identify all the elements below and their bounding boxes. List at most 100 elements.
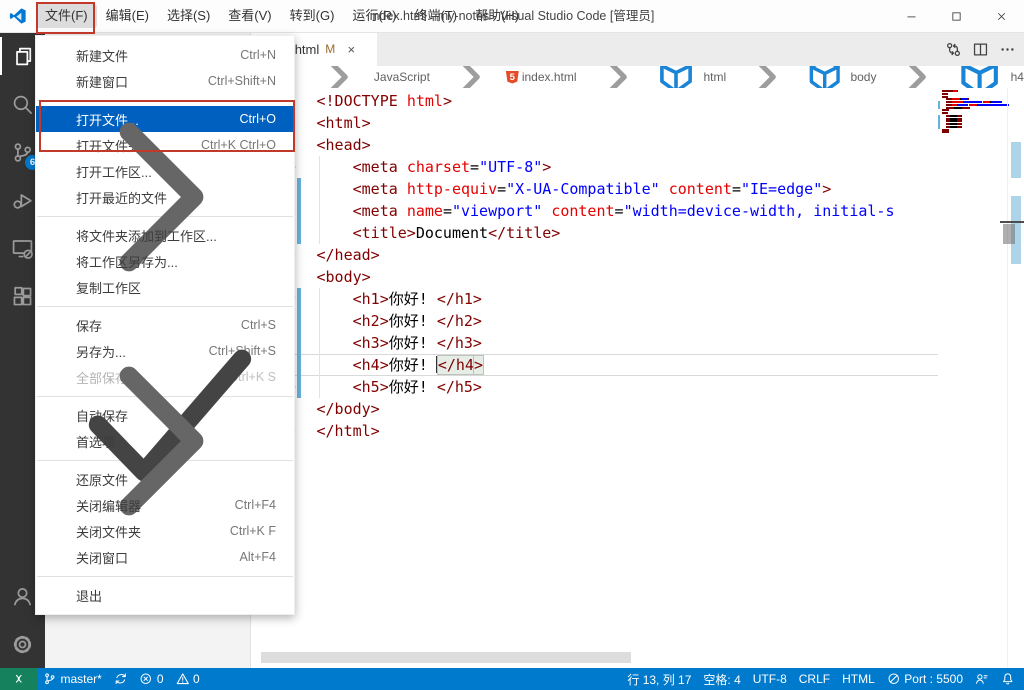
menubar-item-edit[interactable]: 编辑(E) (97, 4, 158, 28)
code-text: <meta charset="UTF-8"> (301, 156, 939, 178)
menubar-item-selection[interactable]: 选择(S) (158, 4, 219, 28)
overview-ruler[interactable] (1007, 88, 1024, 668)
code-line-7[interactable]: 7 <title>Document</title> (251, 222, 938, 244)
code-line-15[interactable]: 15</body> (251, 398, 938, 420)
activitybar-settings[interactable] (0, 620, 45, 668)
statusbar-feedback[interactable] (969, 668, 995, 690)
statusbar-git-branch[interactable]: master* (37, 668, 108, 690)
more-actions-icon[interactable] (999, 41, 1016, 58)
account-icon (11, 585, 34, 608)
menubar-item-view[interactable]: 查看(V) (219, 4, 280, 28)
code-line-8[interactable]: 8</head> (251, 244, 938, 266)
menu-item-revert-file[interactable]: 还原文件 (36, 466, 294, 492)
problems-errors-icon (139, 672, 153, 686)
code-text: <html> (301, 112, 939, 134)
menu-item-save-workspace-as[interactable]: 将工作区另存为... (36, 248, 294, 274)
editor-actions (945, 32, 1016, 66)
feedback-icon (975, 672, 989, 686)
run-debug-icon (11, 189, 34, 212)
indent-guide (319, 288, 320, 398)
breadcrumb-label: h4 (1011, 70, 1024, 84)
breadcrumb: JavaScript5index.htmlhtmlbodyh4 (251, 66, 1024, 88)
code-text: </head> (301, 244, 939, 266)
code-text: <meta name="viewport" content="width=dev… (301, 200, 939, 222)
git-modified-badge: M (325, 42, 335, 56)
menu-item-add-folder-to-workspace[interactable]: 将文件夹添加到工作区... (36, 222, 294, 248)
statusbar-indentation[interactable]: 空格: 4 (697, 668, 746, 690)
breadcrumb-label: JavaScript (374, 70, 430, 84)
code-text: <h2>你好! </h2> (301, 310, 939, 332)
code-line-16[interactable]: 16</html> (251, 420, 938, 442)
code-text: </body> (301, 398, 939, 420)
statusbar-remote[interactable] (0, 668, 37, 690)
menu-item-close-folder[interactable]: 关闭文件夹Ctrl+K F (36, 518, 294, 544)
statusbar-language-mode[interactable]: HTML (836, 668, 881, 690)
code-line-12[interactable]: 12 <h3>你好! </h3> (251, 332, 938, 354)
minimap-line (938, 131, 1008, 134)
code-editor[interactable]: 1<!DOCTYPE html>2<html>3<head>4 <meta ch… (251, 88, 1024, 668)
menu-item-close-editor[interactable]: 关闭编辑器Ctrl+F4 (36, 492, 294, 518)
menu-item-new-file[interactable]: 新建文件Ctrl+N (36, 42, 294, 68)
statusbar-problems-warnings-label: 0 (193, 672, 200, 686)
horizontal-scrollbar[interactable] (261, 652, 631, 663)
editor-group: index.htmlM× JavaScript5index.htmlhtmlbo… (251, 32, 1024, 668)
code-text: <title>Document</title> (301, 222, 939, 244)
code-text: <h5>你好! </h5> (301, 376, 939, 398)
statusbar-problems-errors[interactable]: 0 (133, 668, 169, 690)
open-changes-icon[interactable] (945, 41, 962, 58)
code-line-1[interactable]: 1<!DOCTYPE html> (251, 90, 938, 112)
code-line-13[interactable]: 13 <h4>你好! </h4> (251, 354, 938, 376)
menu-item-exit[interactable]: 退出 (36, 582, 294, 608)
explorer-icon (11, 45, 34, 68)
statusbar-live-server-port-label: Port : 5500 (904, 672, 963, 686)
code-line-9[interactable]: 9<body> (251, 266, 938, 288)
statusbar-right: 行 13, 列 17 空格: 4UTF-8CRLFHTML Port : 5500 (621, 668, 1024, 690)
maximize-button[interactable] (934, 0, 979, 32)
code-text: <head> (301, 134, 939, 156)
breadcrumb-item-JavaScript[interactable]: JavaScript (374, 70, 430, 84)
extensions-icon (11, 285, 34, 308)
split-editor-icon[interactable] (972, 41, 989, 58)
code-text: </html> (301, 420, 939, 442)
settings-icon (11, 633, 34, 656)
close-button[interactable] (979, 0, 1024, 32)
tab-close-icon[interactable]: × (343, 42, 359, 57)
statusbar-problems-warnings[interactable]: 0 (170, 668, 206, 690)
status-bar: master* 0 0 行 13, 列 17 空格: 4UTF-8CRLFHTML Por… (0, 668, 1024, 690)
cursor-overview-marker (1000, 221, 1024, 223)
menubar-item-go[interactable]: 转到(G) (281, 4, 344, 28)
menu-item-label: 关闭文件夹 (76, 522, 230, 541)
code-line-6[interactable]: 6 <meta name="viewport" content="width=d… (251, 200, 938, 222)
statusbar-sync[interactable] (108, 668, 134, 690)
statusbar-cursor-position-label: 行 13, 列 17 (627, 671, 691, 688)
statusbar-eol[interactable]: CRLF (793, 668, 836, 690)
remote-explorer-icon (11, 237, 34, 260)
breadcrumb-label: index.html (522, 70, 577, 84)
minimize-button[interactable] (889, 0, 934, 32)
statusbar-encoding[interactable]: UTF-8 (747, 668, 793, 690)
modified-marker (1011, 142, 1021, 178)
vertical-scrollbar[interactable] (1003, 224, 1015, 244)
menu-item-label: 关闭编辑器 (76, 496, 235, 515)
notifications-icon (1001, 672, 1015, 686)
code-line-10[interactable]: 10 <h1>你好! </h1> (251, 288, 938, 310)
menu-item-preferences[interactable]: 首选项 (36, 428, 294, 454)
minimap[interactable] (938, 90, 1008, 668)
html5-icon: 5 (506, 71, 519, 84)
code-line-5[interactable]: 5 <meta http-equiv="X-UA-Compatible" con… (251, 178, 938, 200)
code-line-4[interactable]: 4 <meta charset="UTF-8"> (251, 156, 938, 178)
code-line-2[interactable]: 2<html> (251, 112, 938, 134)
indent-guide (319, 156, 320, 244)
breadcrumb-item-index.html[interactable]: 5index.html (506, 70, 577, 84)
menu-item-close-window[interactable]: 关闭窗口Alt+F4 (36, 544, 294, 570)
title-bar: 文件(F)编辑(E)选择(S)查看(V)转到(G)运行(R)终端(T)帮助(H)… (0, 0, 1024, 33)
statusbar-live-server-port[interactable]: Port : 5500 (881, 668, 969, 690)
code-line-11[interactable]: 11 <h2>你好! </h2> (251, 310, 938, 332)
statusbar-notifications[interactable] (995, 668, 1021, 690)
menubar-item-file[interactable]: 文件(F) (36, 4, 97, 28)
menu-item-shortcut: Ctrl+F4 (235, 498, 276, 512)
statusbar-cursor-position[interactable]: 行 13, 列 17 (621, 668, 697, 690)
menu-item-open-recent[interactable]: 打开最近的文件 (36, 184, 294, 210)
code-line-14[interactable]: 14 <h5>你好! </h5> (251, 376, 938, 398)
code-line-3[interactable]: 3<head> (251, 134, 938, 156)
